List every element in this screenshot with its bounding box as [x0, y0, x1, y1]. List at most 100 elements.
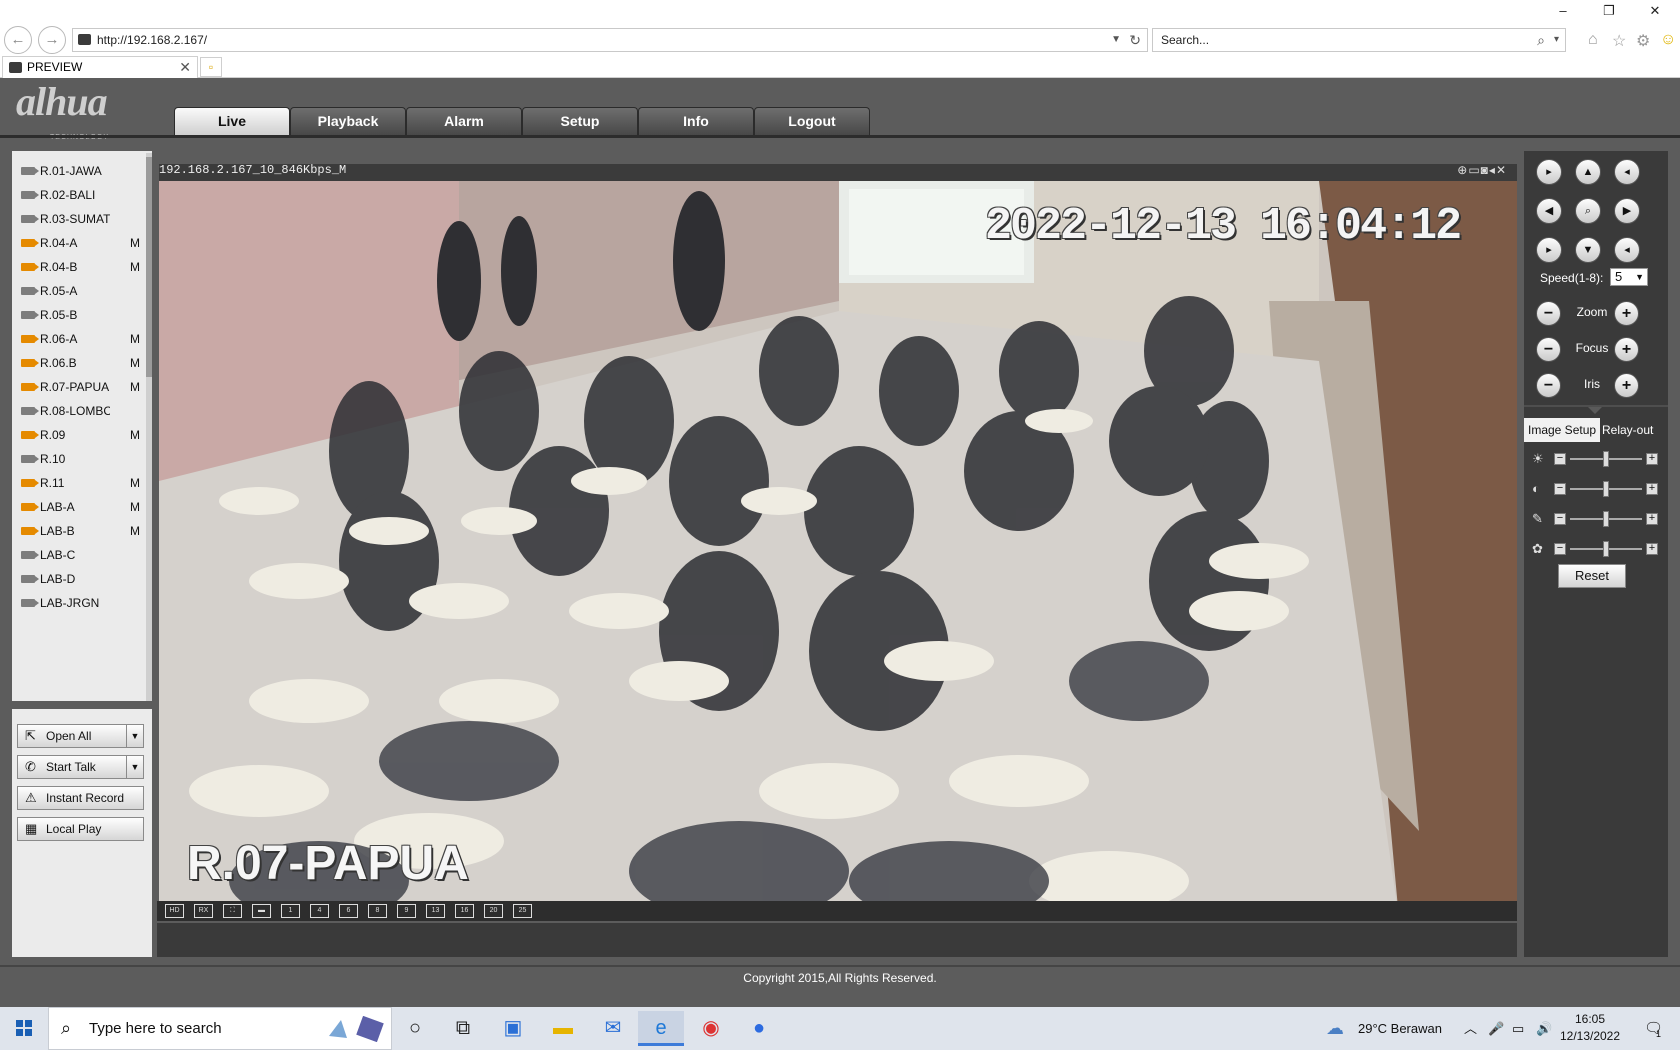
tab-info[interactable]: Info [638, 107, 754, 135]
channel-item[interactable]: LAB-B M [18, 519, 145, 543]
layout-button[interactable]: 4 [310, 904, 329, 918]
ptz-up-right-icon[interactable]: ◂ [1614, 159, 1640, 185]
close-video-icon[interactable]: ✕ [1496, 163, 1507, 177]
collapse-arrow-icon[interactable] [1588, 407, 1602, 414]
ptz-up-left-icon[interactable]: ▸ [1536, 159, 1562, 185]
url-dropdown-icon[interactable]: ▼ [1111, 29, 1121, 51]
restore-button[interactable]: ❐ [1586, 0, 1632, 22]
zoom-out-button[interactable]: − [1536, 301, 1561, 326]
refresh-icon[interactable]: ↻ [1129, 29, 1141, 51]
start-talk-dropdown-icon[interactable]: ▼ [126, 755, 143, 779]
zoom-in-button[interactable]: + [1614, 301, 1639, 326]
channel-item[interactable]: R.07-PAPUA M [18, 375, 145, 399]
start-button[interactable] [0, 1007, 48, 1050]
file-explorer-icon[interactable]: ▬ [540, 1011, 586, 1046]
channel-item[interactable]: R.03-SUMAT [18, 207, 145, 231]
ptz-down-left-icon[interactable]: ▸ [1536, 237, 1562, 263]
layout-button[interactable]: 16 [455, 904, 474, 918]
layout-button[interactable]: 1 [281, 904, 300, 918]
hue-decrease[interactable]: − [1554, 543, 1566, 555]
ptz-down-right-icon[interactable]: ◂ [1614, 237, 1640, 263]
tab-setup[interactable]: Setup [522, 107, 638, 135]
layout-button[interactable]: 25 [513, 904, 532, 918]
focus-near-button[interactable]: − [1536, 337, 1561, 362]
local-play-button[interactable]: ▦ Local Play [17, 817, 144, 841]
channel-item[interactable]: R.11 M [18, 471, 145, 495]
layout-button[interactable]: 13 [426, 904, 445, 918]
channel-list-scrollbar[interactable] [146, 153, 152, 701]
ptz-left-icon[interactable]: ◀ [1536, 198, 1562, 224]
weather-text[interactable]: 29°C Berawan [1358, 1007, 1442, 1050]
layout-button[interactable]: 20 [484, 904, 503, 918]
record-icon[interactable]: ▭ [1468, 163, 1480, 177]
chrome-icon[interactable]: ◉ [688, 1011, 734, 1046]
brightness-increase[interactable]: + [1646, 453, 1658, 465]
minimize-button[interactable]: – [1540, 0, 1586, 22]
channel-item[interactable]: LAB-D [18, 567, 145, 591]
tab-alarm[interactable]: Alarm [406, 107, 522, 135]
favorites-star-icon[interactable]: ☆ [1612, 31, 1626, 51]
start-talk-button[interactable]: ✆ Start Talk ▼ [17, 755, 144, 779]
browser-tab-preview[interactable]: PREVIEW ✕ [2, 56, 198, 78]
tab-playback[interactable]: Playback [290, 107, 406, 135]
channel-item[interactable]: R.10 [18, 447, 145, 471]
url-input[interactable]: http://192.168.2.167/ ▼ ↻ [72, 28, 1148, 52]
channel-item[interactable]: R.05-B [18, 303, 145, 327]
close-window-button[interactable]: ✕ [1632, 0, 1678, 22]
layout-button[interactable]: RX [194, 904, 213, 918]
brightness-knob[interactable] [1603, 451, 1609, 467]
channel-item[interactable]: R.06-A M [18, 327, 145, 351]
home-icon[interactable]: ⌂ [1588, 31, 1598, 49]
tab-relay-out[interactable]: Relay-out [1598, 418, 1657, 442]
tray-expand-icon[interactable]: ︿ [1464, 1007, 1477, 1050]
search-dropdown-icon[interactable]: ▾ [1554, 29, 1559, 51]
video-window[interactable]: 192.168.2.167_10_846Kbps_M ⊕▭◙◂✕ 2022-12… [159, 163, 1517, 919]
layout-button[interactable]: 8 [368, 904, 387, 918]
channel-item[interactable]: R.01-JAWA [18, 159, 145, 183]
tab-image-setup[interactable]: Image Setup [1524, 418, 1601, 442]
browser-search-input[interactable]: Search... ⌕ ▾ [1152, 28, 1566, 52]
channel-item[interactable]: R.06.B M [18, 351, 145, 375]
ptz-down-icon[interactable]: ▼ [1575, 237, 1601, 263]
channel-item[interactable]: LAB-JRGN [18, 591, 145, 615]
speed-select[interactable]: 5 ▼ [1610, 268, 1648, 286]
ptz-right-icon[interactable]: ▶ [1614, 198, 1640, 224]
network-icon[interactable]: ▭ [1512, 1007, 1524, 1050]
channel-item[interactable]: R.05-A [18, 279, 145, 303]
channel-item[interactable]: R.04-A M [18, 231, 145, 255]
saturation-increase[interactable]: + [1646, 513, 1658, 525]
internet-explorer-icon[interactable]: e [638, 1011, 684, 1046]
feedback-smiley-icon[interactable]: ☺ [1660, 31, 1676, 49]
iris-open-button[interactable]: + [1614, 373, 1639, 398]
channel-item[interactable]: R.02-BALI [18, 183, 145, 207]
reset-button[interactable]: Reset [1558, 564, 1626, 588]
search-icon[interactable]: ⌕ [1537, 29, 1545, 51]
ptz-center-icon[interactable]: ⌕ [1575, 198, 1601, 224]
new-tab-icon[interactable]: ▫ [200, 57, 222, 77]
contrast-decrease[interactable]: − [1554, 483, 1566, 495]
instant-record-button[interactable]: ⚠ Instant Record [17, 786, 144, 810]
open-all-dropdown-icon[interactable]: ▼ [126, 724, 143, 748]
cortana-icon[interactable]: ○ [392, 1011, 438, 1046]
scrollbar-thumb[interactable] [146, 157, 152, 377]
focus-far-button[interactable]: + [1614, 337, 1639, 362]
iris-close-button[interactable]: − [1536, 373, 1561, 398]
channel-item[interactable]: LAB-C [18, 543, 145, 567]
contrast-increase[interactable]: + [1646, 483, 1658, 495]
contrast-knob[interactable] [1603, 481, 1609, 497]
zoom-app-icon[interactable]: ● [736, 1011, 782, 1046]
hue-knob[interactable] [1603, 541, 1609, 557]
taskbar-clock[interactable]: 16:05 12/13/2022 [1540, 1011, 1640, 1045]
open-all-button[interactable]: ⇱ Open All ▼ [17, 724, 144, 748]
zoom-icon[interactable]: ⊕ [1457, 163, 1468, 177]
layout-button[interactable]: HD [165, 904, 184, 918]
ptz-up-icon[interactable]: ▲ [1575, 159, 1601, 185]
taskbar-search-input[interactable]: ⌕ Type here to search [48, 1007, 392, 1050]
settings-gear-icon[interactable]: ⚙ [1636, 31, 1650, 51]
audio-icon[interactable]: ◂ [1489, 163, 1496, 177]
back-icon[interactable]: ← [4, 26, 32, 54]
layout-button[interactable]: 6 [339, 904, 358, 918]
close-tab-icon[interactable]: ✕ [179, 57, 191, 78]
mail-icon[interactable]: ✉ [590, 1011, 636, 1046]
channel-item[interactable]: R.08-LOMBC [18, 399, 145, 423]
